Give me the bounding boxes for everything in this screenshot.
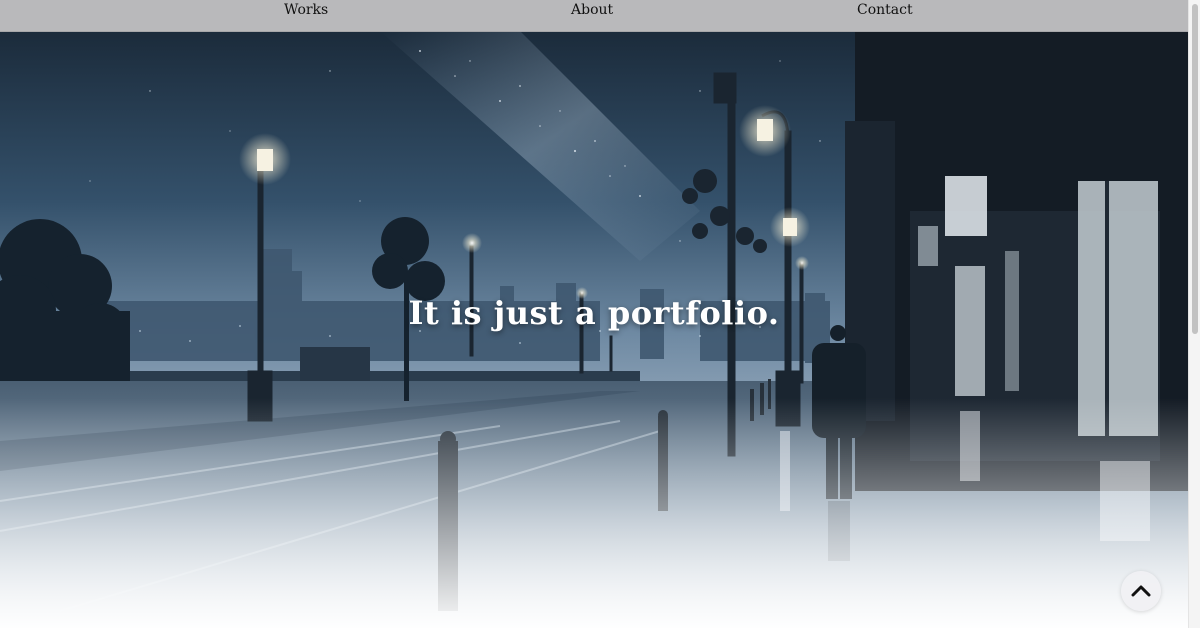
hero-title: It is just a portfolio.	[408, 294, 780, 332]
nav-link-works[interactable]: Works	[284, 2, 328, 18]
nav-link-about[interactable]: About	[571, 2, 613, 18]
page-scrollbar[interactable]	[1188, 0, 1200, 628]
nav-link-contact[interactable]: Contact	[857, 2, 913, 18]
chevron-up-icon	[1131, 585, 1151, 597]
page: Works About Contact It is just a portfol…	[0, 0, 1188, 628]
scrollbar-thumb[interactable]	[1192, 4, 1198, 334]
top-nav: Works About Contact	[0, 0, 1188, 32]
back-to-top-button[interactable]	[1121, 571, 1161, 611]
hero-section: It is just a portfolio.	[0, 31, 1188, 628]
